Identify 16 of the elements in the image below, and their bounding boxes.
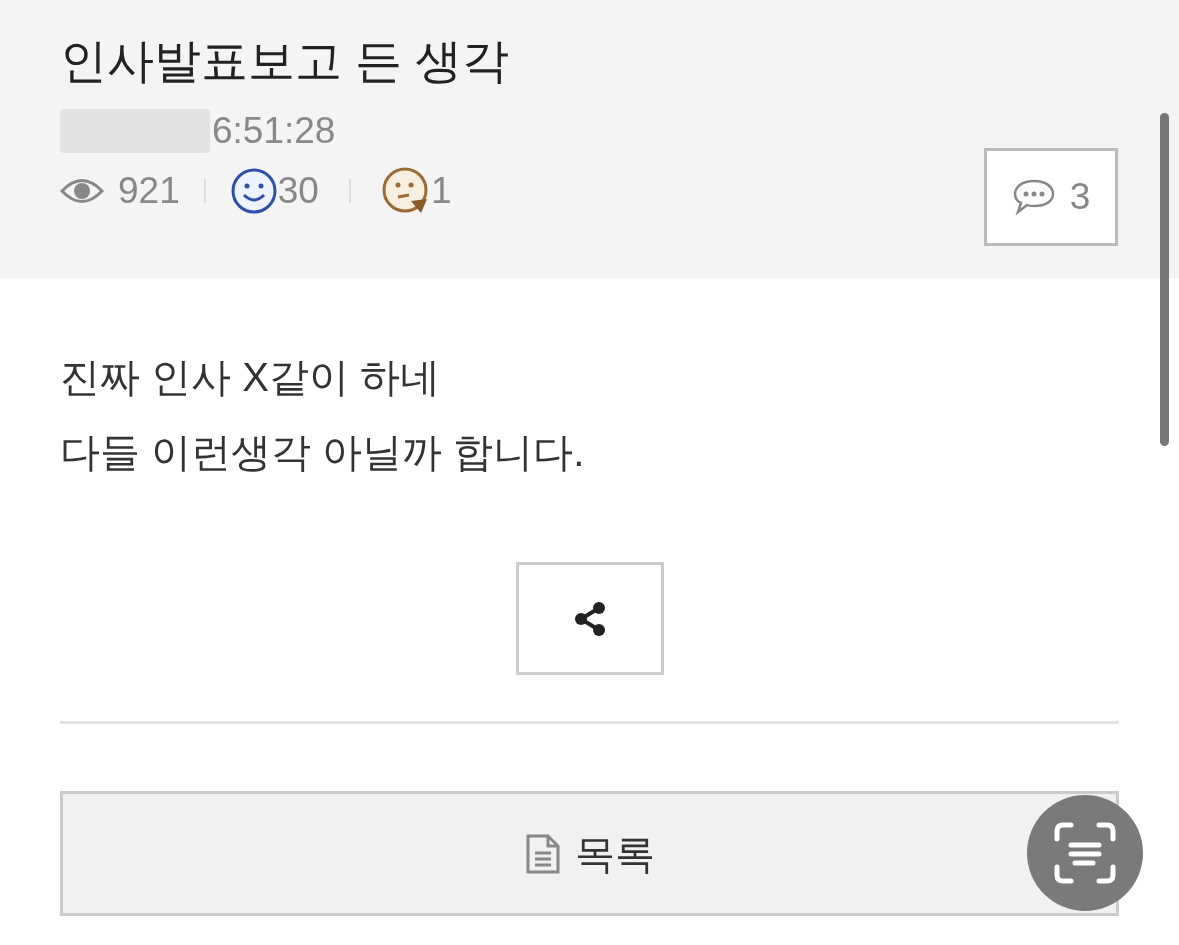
dislike-count[interactable]: 1 — [430, 163, 452, 219]
body-text-line: 다들 이런생각 아닐까 합니다. — [60, 429, 586, 476]
speech-bubble-icon — [1011, 178, 1056, 216]
like-count[interactable]: 30 — [277, 163, 319, 219]
share-button[interactable] — [515, 562, 664, 675]
document-icon — [524, 832, 561, 875]
eye-icon — [60, 176, 104, 206]
post-time: 6:51:28 — [212, 109, 336, 154]
scrollbar[interactable] — [1160, 113, 1169, 446]
list-button[interactable]: 목록 — [60, 791, 1119, 916]
view-count: 921 — [118, 169, 180, 214]
smile-icon — [229, 167, 278, 215]
body-text-line: 진짜 인사 X같이 하네 — [60, 354, 442, 401]
post-title: 인사발표보고 든 생각 — [60, 33, 510, 89]
comments-button[interactable]: 3 — [984, 148, 1118, 246]
text-scan-icon — [1053, 821, 1117, 885]
